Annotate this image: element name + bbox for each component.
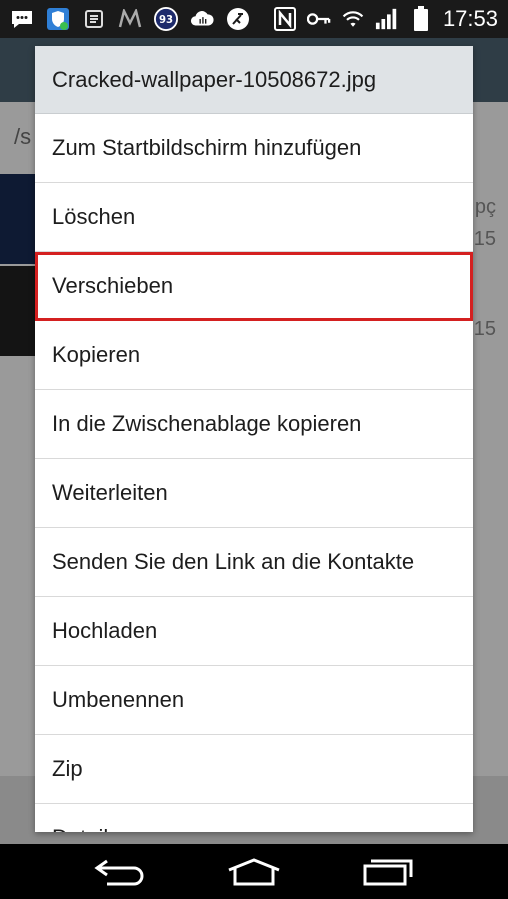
- badge-93-icon: 93: [154, 7, 178, 31]
- cloud-icon: [190, 7, 214, 31]
- wifi-icon: [341, 7, 365, 31]
- context-menu-dialog: Cracked-wallpaper-10508672.jpg Zum Start…: [35, 46, 473, 832]
- svg-text:93: 93: [159, 15, 173, 26]
- row-name-fragment: pç: [474, 196, 496, 218]
- menu-item-zip[interactable]: Zip: [35, 735, 473, 804]
- battery-icon: [409, 6, 433, 31]
- file-thumbnail: [0, 266, 38, 356]
- clock: 17:53: [442, 6, 498, 31]
- nfc-icon: [273, 7, 297, 31]
- message-icon: [10, 7, 34, 31]
- key-icon: [306, 7, 331, 31]
- menu-item-copy-to-clipboard[interactable]: In die Zwischenablage kopieren: [35, 390, 473, 459]
- menu-item-rename[interactable]: Umbenennen: [35, 666, 473, 735]
- menu-item-send-link-to-contacts[interactable]: Senden Sie den Link an die Kontakte: [35, 528, 473, 597]
- m-app-icon: [118, 7, 142, 31]
- dialog-title: Cracked-wallpaper-10508672.jpg: [35, 46, 473, 114]
- recents-icon[interactable]: [358, 854, 418, 890]
- navigation-bar: [0, 844, 508, 899]
- shield-app-icon: [46, 7, 70, 31]
- menu-item-forward[interactable]: Weiterleiten: [35, 459, 473, 528]
- status-bar: 93 17:53: [0, 0, 508, 38]
- notes-icon: [82, 7, 106, 31]
- menu-item-details[interactable]: Details: [35, 804, 473, 832]
- path-fragment: /s: [14, 124, 32, 149]
- home-icon[interactable]: [224, 854, 284, 890]
- clean-icon: [226, 7, 250, 31]
- file-thumbnail: [0, 174, 38, 264]
- menu-item-add-to-homescreen[interactable]: Zum Startbildschirm hinzufügen: [35, 114, 473, 183]
- back-icon[interactable]: [90, 854, 150, 890]
- menu-item-copy[interactable]: Kopieren: [35, 321, 473, 390]
- signal-icon: [375, 7, 399, 31]
- menu-item-move[interactable]: Verschieben: [35, 252, 473, 321]
- row-meta-fragment: 15: [473, 318, 496, 340]
- row-meta-fragment: 15: [473, 228, 496, 250]
- menu-item-delete[interactable]: Löschen: [35, 183, 473, 252]
- menu-item-upload[interactable]: Hochladen: [35, 597, 473, 666]
